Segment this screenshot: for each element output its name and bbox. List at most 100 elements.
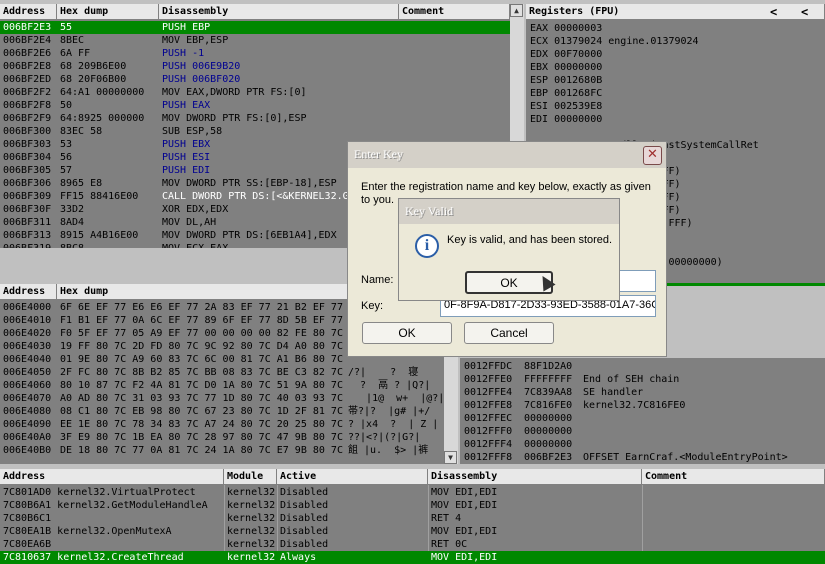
register-line[interactable]: ECX 01379024 engine.01379024 [530,35,825,48]
disasm-instruction: PUSH 006BF020 [162,74,241,85]
bp-disasm: MOV EDI,EDI [431,487,498,498]
stack-row[interactable]: 0012FFDC 88F1D2A0 [464,360,825,373]
dump-row[interactable]: 006E4070 A0 AD 80 7C 31 03 93 7C 77 1D 80… [0,392,444,405]
col-header-hex[interactable]: Hex dump [57,4,159,20]
dump-row[interactable]: 006E4060 80 10 87 7C F2 4A 81 7C D0 1A 80… [0,379,444,392]
disasm-address: 006BF300 [3,126,52,137]
disasm-address: 006BF309 [3,191,52,202]
disasm-address: 006BF2E8 [3,61,52,72]
stack-row[interactable]: 0012FFF4 00000000 [464,438,825,451]
stack-value: 00000000 [524,426,573,437]
stack-address: 0012FFDC [464,361,513,372]
disasm-row[interactable]: 006BF300 83EC 58 SUB ESP,58 [0,125,510,138]
breakpoint-row[interactable]: 7C80EA6B kernel32 Disabled RET 0C [0,538,825,551]
dump-ascii: /?| ? 寝 [348,367,419,378]
stack-address: 0012FFE8 [464,400,513,411]
disasm-row[interactable]: 006BF2E4 8BEC MOV EBP,ESP [0,34,510,47]
bp-active: Disabled [280,539,329,550]
scroll-up-icon[interactable]: ▲ [510,4,523,17]
col-header-comment[interactable]: Comment [399,4,510,20]
scroll-down-icon[interactable]: ▼ [444,451,457,464]
disasm-row[interactable]: 006BF2F2 64:A1 00000000 MOV EAX,DWORD PTR … [0,86,510,99]
disasm-address: 006BF304 [3,152,52,163]
dump-row[interactable]: 006E40B0 DE 18 80 7C 77 0A 81 7C 24 1A 80… [0,444,444,457]
register-line[interactable]: ESP 0012680B [530,74,825,87]
bp-col-header-module[interactable]: Module [224,469,277,485]
breakpoint-row[interactable]: 7C80B6A1 kernel32.GetModuleHandleA kernel… [0,499,825,512]
dump-ascii: 飷 |u. $> |裤 [348,445,429,456]
stack-address: 0012FFE4 [464,387,513,398]
disasm-row[interactable]: 006BF2E8 68 209B6E00 PUSH 006E9B20 [0,60,510,73]
stack-row[interactable]: 0012FFF8 006BF2E3 OFFSET EarnCraf.<ModuleE… [464,451,825,464]
breakpoint-row[interactable]: 7C80EA1B kernel32.OpenMutexA kernel32 Disa… [0,525,825,538]
dump-col-header-address[interactable]: Address [0,284,57,300]
dump-hex: EE 1E 80 7C 78 34 83 7C A7 24 80 7C 20 2… [60,419,343,430]
register-line[interactable]: EBP 001268FC [530,87,825,100]
enter-key-cancel-button[interactable]: Cancel [464,322,554,344]
bp-module: kernel32 [227,513,276,524]
bp-address: 7C80B6C1 [3,513,52,524]
stack-value: 7C816FE0 [524,400,573,411]
breakpoints-pane[interactable]: Address Module Active Disassembly Commen… [0,469,825,564]
register-line[interactable]: EDI 00000000 [530,113,825,126]
register-line[interactable]: EBX 00000000 [530,61,825,74]
stack-address: 0012FFE0 [464,374,513,385]
dump-row[interactable]: 006E40A0 3F E9 80 7C 1B EA 80 7C 28 97 80… [0,431,444,444]
disasm-row[interactable]: 006BF2E6 6A FF PUSH -1 [0,47,510,60]
bp-col-header-active[interactable]: Active [277,469,428,485]
register-line[interactable]: EAX 00000003 [530,22,825,35]
bp-address: 7C80B6A1 kernel32.GetModuleHandleA [3,500,208,511]
bp-col-header-comment[interactable]: Comment [642,469,825,485]
disasm-row[interactable]: 006BF2ED 68 20F06B00 PUSH 006BF020 [0,73,510,86]
name-label: Name: [361,274,394,286]
register-line[interactable]: EDX 00F70000 [530,48,825,61]
breakpoint-row[interactable]: 7C80B6C1 kernel32 Disabled RET 4 [0,512,825,525]
disasm-instruction: MOV DWORD PTR SS:[EBP-18],ESP [162,178,337,189]
registers-nav-left-icon[interactable]: < [770,5,777,19]
dump-row[interactable]: 006E4080 08 C1 80 7C EB 98 80 7C 67 23 80… [0,405,444,418]
register-line[interactable]: ESI 002539E8 [530,100,825,113]
stack-pane[interactable]: 0012FFDC 88F1D2A0 0012FFE0 FFFFFFFF End of S… [460,358,825,464]
bp-col-header-disasm[interactable]: Disassembly [428,469,642,485]
disasm-row[interactable]: 006BF2F8 50 PUSH EAX [0,99,510,112]
bp-active: Disabled [280,526,329,537]
registers-title: Registers (FPU) [526,4,825,20]
stack-row[interactable]: 0012FFE4 7C839AA8 SE handler [464,386,825,399]
disasm-address: 006BF2E3 [3,22,52,33]
stack-row[interactable]: 0012FFE8 7C816FE0 kernel32.7C816FE0 [464,399,825,412]
dump-row[interactable]: 006E4050 2F FC 80 7C 8B B2 85 7C BB 08 83… [0,366,444,379]
enter-key-ok-button[interactable]: OK [362,322,452,344]
register-line[interactable] [530,126,825,139]
dump-address: 006E4030 [3,341,52,352]
disasm-hex: 8915 A4B16E00 [60,230,139,241]
disasm-row[interactable]: 006BF2E3 55 PUSH EBP [0,21,510,34]
disasm-address: 006BF2ED [3,74,52,85]
registers-nav-right-icon[interactable]: < [801,5,808,19]
disasm-address: 006BF2F2 [3,87,52,98]
dump-hex: F0 5F EF 77 05 A9 EF 77 00 00 00 00 82 F… [60,328,343,339]
breakpoint-row[interactable]: 7C801AD0 kernel32.VirtualProtect kernel32… [0,486,825,499]
stack-row[interactable]: 0012FFF0 00000000 [464,425,825,438]
breakpoint-row[interactable]: 7C810637 kernel32.CreateThread kernel32 Al… [0,551,825,564]
stack-row[interactable]: 0012FFE0 FFFFFFFF End of SEH chain [464,373,825,386]
bp-active: Always [280,552,317,563]
col-header-disasm[interactable]: Disassembly [159,4,399,20]
dump-address: 006E40B0 [3,445,52,456]
enter-key-title: Enter Key [348,142,666,168]
disasm-instruction: PUSH EBX [162,139,211,150]
col-header-address[interactable]: Address [0,4,57,20]
dump-hex: 19 FF 80 7C 2D FD 80 7C 9C 92 80 7C D4 A… [60,341,343,352]
dump-address: 006E4040 [3,354,52,365]
dump-row[interactable]: 006E4090 EE 1E 80 7C 78 34 83 7C A7 24 80… [0,418,444,431]
dump-ascii: ? |x4 ? | Z | [348,419,439,430]
stack-row[interactable]: 0012FFEC 00000000 [464,412,825,425]
bp-col-header-address[interactable]: Address [0,469,224,485]
disasm-address: 006BF306 [3,178,52,189]
enter-key-close-button[interactable]: ✕ [643,146,662,165]
info-icon: i [415,234,439,258]
stack-value: 00000000 [524,413,573,424]
dump-hex: F1 B1 EF 77 0A 6C EF 77 89 6F EF 77 8D 5… [60,315,343,326]
disasm-row[interactable]: 006BF2F9 64:8925 000000 MOV DWORD PTR FS:[… [0,112,510,125]
disasm-hex: 8AD4 [60,217,85,228]
disasm-hex: 53 [60,139,73,150]
